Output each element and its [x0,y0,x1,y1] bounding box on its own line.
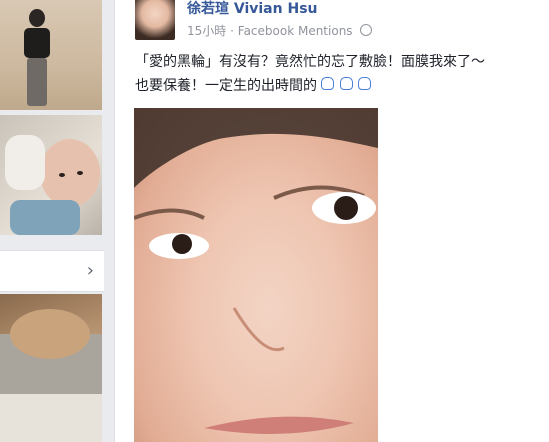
chevron-right-icon: › [86,260,94,281]
baby-photo [5,135,100,235]
globe-icon [360,24,373,36]
post-text-line-2-wrap: 也要保養！一定生的出時間的 [135,74,549,98]
facebook-post: 徐若瑄 Vivian Hsu 15小時 · Facebook Mentions … [114,0,549,442]
post-via[interactable]: Facebook Mentions [238,24,353,38]
post-text-line-2: 也要保養！一定生的出時間的 [135,78,317,94]
left-sidebar: › [0,0,104,442]
face-photo [134,108,378,434]
photo-thumbnail[interactable] [0,115,102,235]
post-text-line-1: 「愛的黑輪」有沒有？竟然忙的忘了敷臉！面膜我來了～ [135,54,485,70]
post-text: 「愛的黑輪」有沒有？竟然忙的忘了敷臉！面膜我來了～ 也要保養！一定生的出時間的 [135,50,549,98]
pet-photo [0,309,102,442]
avatar[interactable] [135,0,175,40]
person-figure [24,9,50,106]
post-time[interactable]: 15小時 [187,24,226,38]
see-more-row[interactable]: › [0,250,104,292]
photo-thumbnail[interactable] [0,0,102,110]
post-photo[interactable] [134,108,378,442]
emoji-group [321,74,372,98]
emoji-icon [321,77,335,90]
photo-thumbnail[interactable] [0,294,102,442]
post-author[interactable]: 徐若瑄 Vivian Hsu [187,0,318,18]
meta-separator: · [230,24,234,38]
emoji-icon [358,77,372,90]
post-meta: 15小時 · Facebook Mentions [187,22,373,39]
emoji-icon [339,77,353,90]
